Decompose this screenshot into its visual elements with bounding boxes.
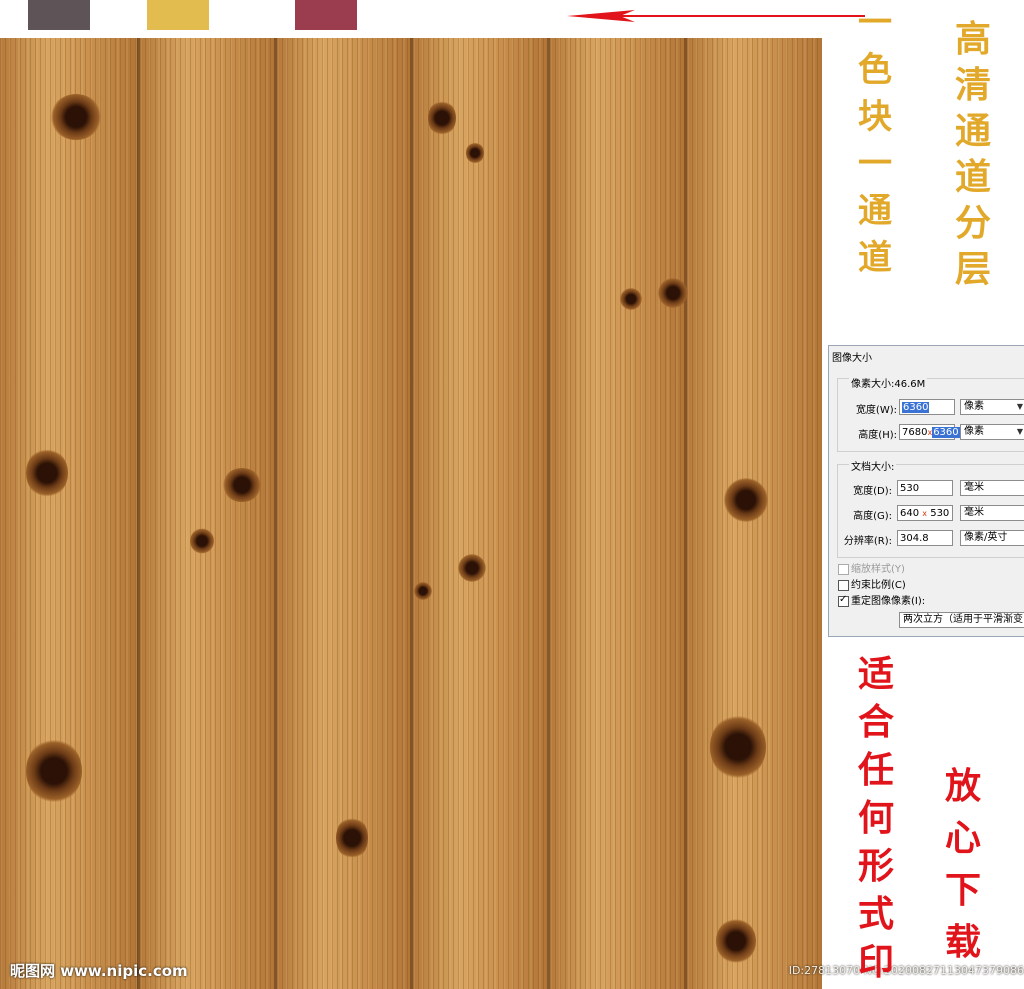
dialog-title: 图像大小	[832, 353, 872, 364]
caption-print-suitable: 适合任何形式印	[858, 653, 895, 983]
height-label: 高度(H):	[858, 430, 897, 441]
caption-one-color-block: 一色块一通道	[858, 3, 892, 278]
resample-method-select[interactable]: 两次立方（适用于平滑渐变	[899, 612, 1024, 628]
wood-texture-image: 昵图网 www.nipic.com	[0, 38, 822, 989]
arrow-left-icon	[567, 10, 865, 22]
resample-image-checkbox[interactable]: 重定图像像素(I):	[838, 592, 925, 607]
resolution-unit-select[interactable]: 像素/英寸	[960, 530, 1024, 546]
chevron-down-icon: ▼	[1016, 402, 1023, 411]
resolution-input[interactable]: 304.8	[897, 530, 953, 546]
doc-height-unit-select[interactable]: 毫米	[960, 505, 1024, 521]
chevron-down-icon: ▼	[1016, 427, 1023, 436]
scale-styles-checkbox[interactable]: 缩放样式(Y)	[838, 560, 905, 575]
height-unit-select[interactable]: 像素 ▼	[960, 424, 1024, 440]
width-label: 宽度(W):	[855, 405, 897, 416]
caption-download-safe: 放心下载	[945, 765, 982, 963]
swatch-gray	[28, 0, 90, 30]
width-unit-select[interactable]: 像素 ▼	[960, 399, 1024, 415]
height-input[interactable]: 7680x6360	[899, 424, 960, 440]
watermark-left: 昵图网 www.nipic.com	[10, 962, 188, 980]
document-size-label: 文档大小:	[849, 458, 897, 473]
caption-hd-channel-layers: 高清通道分层	[955, 18, 992, 290]
constrain-proportions-checkbox[interactable]: 约束比例(C)	[838, 576, 906, 591]
swatch-gold	[147, 0, 209, 30]
doc-height-label: 高度(G):	[853, 511, 892, 522]
width-input[interactable]: 6360	[899, 399, 955, 415]
resolution-label: 分辨率(R):	[843, 536, 892, 547]
image-size-dialog: 图像大小 像素大小:46.6M 宽度(W): 6360 像素 ▼ 高度(H): 7…	[828, 345, 1024, 637]
doc-width-input[interactable]: 530	[897, 480, 953, 496]
doc-width-label: 宽度(D):	[853, 486, 892, 497]
watermark-right: ID:27813070 NO:20200827113047379086	[788, 964, 1024, 977]
doc-height-input[interactable]: 640 x 530	[897, 505, 953, 521]
swatch-maroon	[295, 0, 357, 30]
pixel-dimensions-label: 像素大小:46.6M	[849, 375, 928, 390]
doc-width-unit-select[interactable]: 毫米	[960, 480, 1024, 496]
